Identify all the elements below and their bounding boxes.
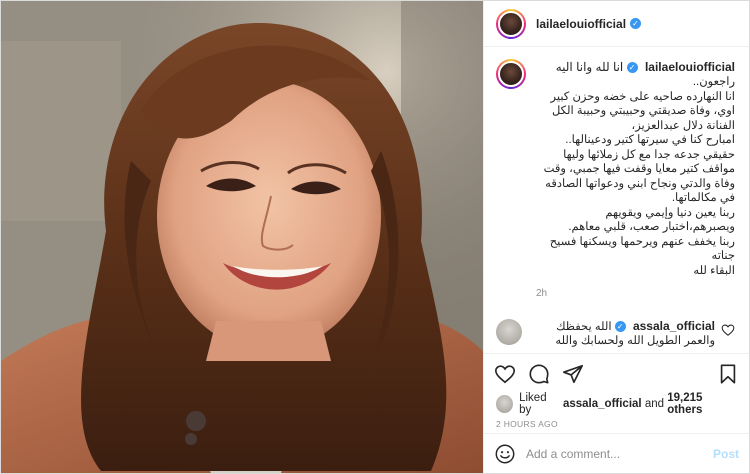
- caption-line: ربنا يعين دنيا وإيمي ويقويهم: [605, 206, 735, 219]
- comment-line: الله يحفظك: [556, 321, 612, 333]
- add-comment-bar: Post: [484, 433, 749, 473]
- share-icon[interactable]: [562, 363, 584, 385]
- post-comment-button[interactable]: Post: [713, 447, 739, 461]
- caption-line: اوي، وفاة صديقتي وحبيبتي وحبيبة الكل: [551, 105, 735, 117]
- liker-avatar[interactable]: [496, 395, 514, 413]
- like-heart-icon[interactable]: [494, 363, 516, 385]
- action-bar: [484, 353, 749, 393]
- caption-line: انا النهارده صاحيه على خضه وحزن كبير: [550, 90, 735, 103]
- portrait-illustration: [1, 1, 483, 473]
- caption-line: جناته: [711, 250, 735, 262]
- comment-icon[interactable]: [528, 363, 550, 385]
- author-avatar[interactable]: [496, 8, 526, 39]
- likes-and: and: [644, 398, 664, 410]
- caption-avatar[interactable]: [496, 59, 526, 89]
- instagram-post: lailaelouiofficial ✓ lailaelouiofficial …: [0, 0, 750, 474]
- caption-line-0: انا لله وانا اليه: [555, 60, 624, 74]
- comment-like-icon[interactable]: [721, 323, 735, 337]
- comment: assala_official ✓ الله يحفظك والعمر الطو…: [496, 319, 735, 348]
- caption-head: lailaelouiofficial ✓ انا لله وانا اليه: [536, 59, 735, 75]
- verified-badge-icon: ✓: [626, 62, 638, 74]
- author-username[interactable]: lailaelouiofficial: [536, 17, 626, 31]
- post-side-panel: lailaelouiofficial ✓ lailaelouiofficial …: [483, 1, 749, 473]
- post-header: lailaelouiofficial ✓: [484, 1, 749, 47]
- emoji-icon[interactable]: [494, 443, 516, 465]
- posted-ago[interactable]: 2 HOURS AGO: [484, 415, 749, 433]
- caption-line: راجعون..: [692, 76, 735, 88]
- bookmark-icon[interactable]: [717, 363, 739, 385]
- verified-badge-icon: ✓: [614, 321, 626, 333]
- caption-time[interactable]: 2h: [536, 288, 735, 299]
- commenter-username[interactable]: assala_official: [633, 319, 715, 333]
- caption-line: ويصبرهم،اختبار صعب، قلبي معاهم.: [568, 221, 735, 233]
- caption-line: امبارح كنا في سيرتها كتير ودعينالها..: [565, 134, 735, 146]
- caption-text: راجعون.. انا النهارده صاحيه على خضه وحزن…: [536, 75, 735, 278]
- verified-badge-icon: ✓: [630, 18, 642, 29]
- caption-line: حقيقي جدعه جدا مع كل زملائها وليها: [563, 148, 735, 161]
- comment-line: والعمر الطويل الله ولحسابك والله: [555, 335, 715, 347]
- likes-user[interactable]: assala_official: [563, 398, 642, 410]
- likes-count[interactable]: 19,215 others: [667, 392, 737, 416]
- likes-summary: Liked by assala_official and 19,215 othe…: [484, 392, 749, 416]
- caption-line: الفنانة دلال عبدالعزيز،: [631, 119, 736, 132]
- caption-line: مواقف كتير معايا وقفت فيها جمبي، وقت: [543, 163, 735, 175]
- caption-line: البقاء لله: [693, 264, 735, 277]
- commenter-avatar[interactable]: [496, 319, 522, 345]
- comment-body: assala_official ✓ الله يحفظك والعمر الطو…: [530, 319, 715, 348]
- add-comment-input[interactable]: [526, 446, 713, 461]
- comments-section: lailaelouiofficial ✓ انا لله وانا اليه ر…: [484, 47, 749, 353]
- caption-line: في مكالماتها.: [671, 192, 735, 204]
- likes-prefix: Liked by: [519, 392, 547, 416]
- caption-line: ربنا يخفف عنهم ويرحمها ويسكنها فسيح: [549, 235, 735, 248]
- caption-line: وفاة والدتي ونجاح ابني ودعواتها الصادقه: [545, 177, 735, 190]
- post-photo[interactable]: [1, 1, 483, 473]
- caption: lailaelouiofficial ✓ انا لله وانا اليه ر…: [496, 59, 735, 299]
- caption-username[interactable]: lailaelouiofficial: [645, 60, 735, 74]
